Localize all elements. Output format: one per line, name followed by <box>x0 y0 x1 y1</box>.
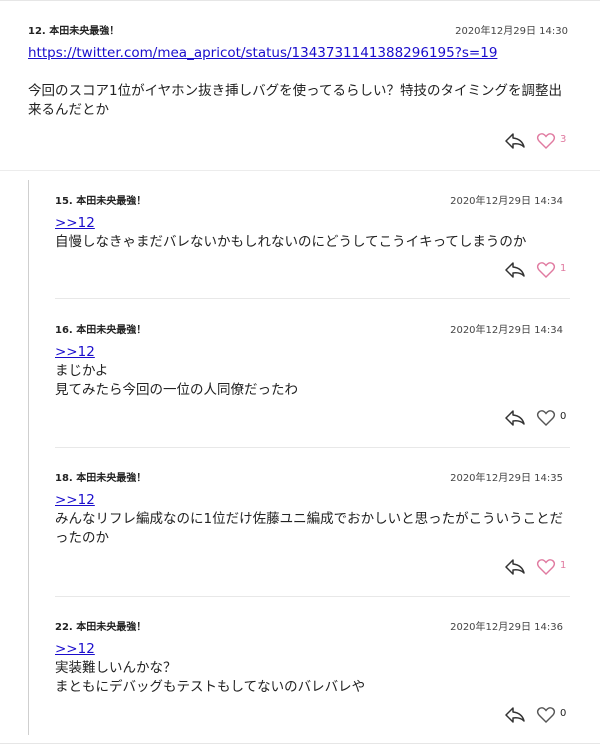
comment-text-line: 実装難しいんかな？ <box>55 660 177 676</box>
comment-author: 16. 本田未央最強！ <box>55 325 147 336</box>
reply-arrow-icon[interactable] <box>504 557 526 577</box>
comment-author: 15. 本田未央最強！ <box>55 196 147 207</box>
comment-text-line: まともにデバッグもテストもしてないのバレバレや <box>55 679 366 695</box>
reply-divider <box>55 298 570 299</box>
like-count: 1 <box>560 560 567 571</box>
anchor-link[interactable]: >>12 <box>55 214 565 233</box>
comment-date: 2020年12月29日 14:36 <box>450 622 563 633</box>
bottom-divider <box>0 743 600 744</box>
heart-icon[interactable] <box>536 557 556 577</box>
reply-arrow-icon[interactable] <box>504 408 526 428</box>
comment-body: https://twitter.com/mea_apricot/status/1… <box>28 44 568 120</box>
heart-icon[interactable] <box>536 705 556 725</box>
reply-arrow-icon[interactable] <box>504 260 526 280</box>
comment-author: 12. 本田未央最強！ <box>28 26 120 37</box>
reply-divider <box>55 596 570 597</box>
comment-text-line: 来るんだとか <box>28 102 109 118</box>
comment-author: 18. 本田未央最強！ <box>55 473 147 484</box>
comment-date: 2020年12月29日 14:34 <box>450 196 563 207</box>
like-count: 1 <box>560 263 567 274</box>
comment-date: 2020年12月29日 14:35 <box>450 473 563 484</box>
reply-post: 22. 本田未央最強！ 2020年12月29日 14:36 >>12 実装難しい… <box>55 618 565 708</box>
section-divider <box>0 170 600 171</box>
reply-post: 15. 本田未央最強！ 2020年12月29日 14:34 >>12 自慢しなき… <box>55 192 565 262</box>
comment-actions: 1 <box>504 260 574 280</box>
comment-actions: 3 <box>504 131 574 151</box>
comment-body: >>12 実装難しいんかな？ まともにデバッグもテストもしてないのバレバレや <box>55 640 565 697</box>
anchor-link[interactable]: >>12 <box>55 491 570 510</box>
anchor-link[interactable]: >>12 <box>55 640 565 659</box>
comment-author: 22. 本田未央最強！ <box>55 622 147 633</box>
comment-text-line: 見てみたら今回の一位の人同僚だったわ <box>55 382 298 398</box>
like-count: 0 <box>560 411 567 422</box>
heart-icon[interactable] <box>536 408 556 428</box>
comment-actions: 0 <box>504 408 574 428</box>
reply-post: 16. 本田未央最強！ 2020年12月29日 14:34 >>12 まじかよ … <box>55 321 565 411</box>
top-divider <box>0 0 600 1</box>
comment-body: >>12 自慢しなきゃまだバレないかもしれないのにどうしてこうイキってしまうのか <box>55 214 565 252</box>
comment-text-line: ったのか <box>55 530 109 546</box>
comment-body: >>12 みんなリフレ編成なのに1位だけ佐藤ユニ編成でおかしいと思ったがこういう… <box>55 491 570 548</box>
reply-arrow-icon[interactable] <box>504 705 526 725</box>
comment-text-line: みんなリフレ編成なのに1位だけ佐藤ユニ編成でおかしいと思ったがこういうことだ <box>55 511 564 527</box>
comment-url-link[interactable]: https://twitter.com/mea_apricot/status/1… <box>28 44 568 63</box>
heart-icon[interactable] <box>536 131 556 151</box>
comment-actions: 0 <box>504 705 574 725</box>
comment-text-line: まじかよ <box>55 363 109 379</box>
heart-icon[interactable] <box>536 260 556 280</box>
reply-divider <box>55 447 570 448</box>
comment-text-line: 今回のスコア1位がイヤホン抜き挿しバグを使ってるらしい？特技のタイミングを調整出 <box>28 83 563 99</box>
comment-post: 12. 本田未央最強！ 2020年12月29日 14:30 https://tw… <box>28 22 568 162</box>
like-count: 0 <box>560 708 567 719</box>
reply-arrow-icon[interactable] <box>504 131 526 151</box>
comment-date: 2020年12月29日 14:34 <box>450 325 563 336</box>
anchor-link[interactable]: >>12 <box>55 343 565 362</box>
reply-post: 18. 本田未央最強！ 2020年12月29日 14:35 >>12 みんなリフ… <box>55 469 570 559</box>
comment-text-line: 自慢しなきゃまだバレないかもしれないのにどうしてこうイキってしまうのか <box>55 234 527 250</box>
comment-date: 2020年12月29日 14:30 <box>455 26 568 37</box>
comment-body: >>12 まじかよ 見てみたら今回の一位の人同僚だったわ <box>55 343 565 400</box>
thread-bar <box>28 180 29 735</box>
comment-actions: 1 <box>504 557 574 577</box>
like-count: 3 <box>560 134 567 145</box>
